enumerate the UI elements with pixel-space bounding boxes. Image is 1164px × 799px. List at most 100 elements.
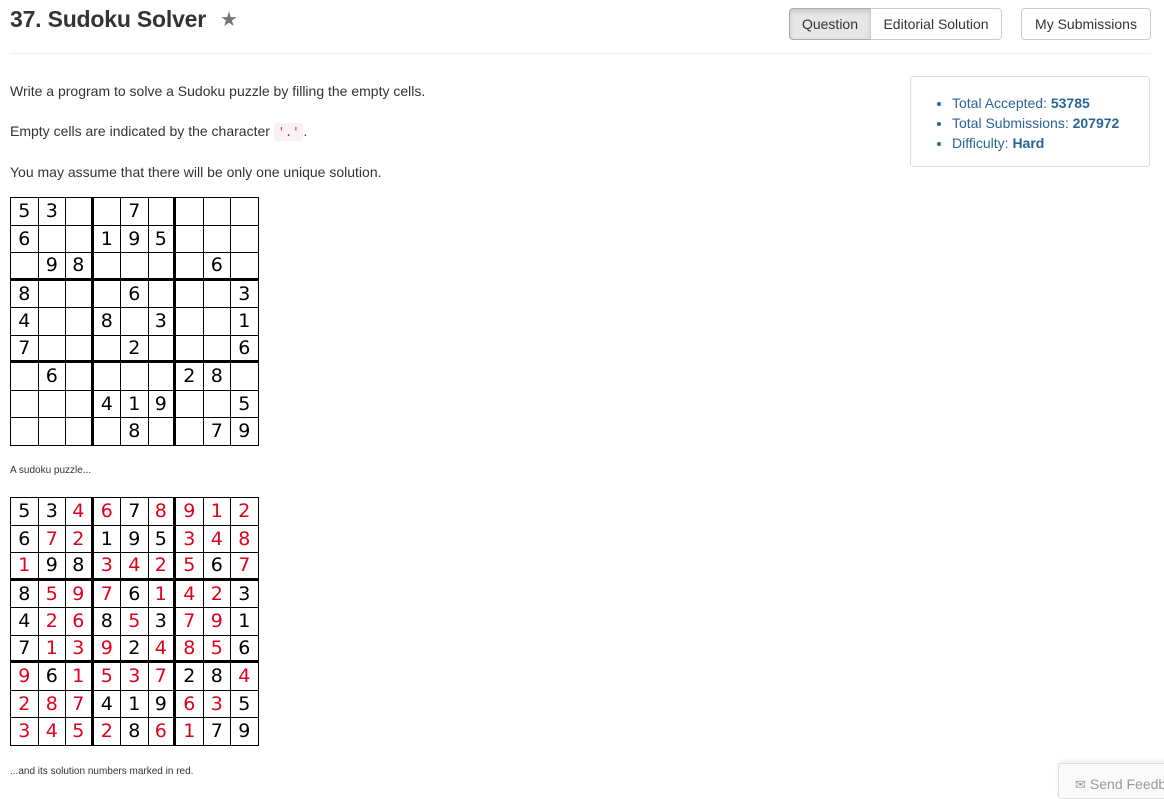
sudoku-cell: 2 bbox=[231, 498, 259, 526]
sudoku-cell: 8 bbox=[231, 525, 259, 553]
sudoku-cell: 7 bbox=[121, 498, 149, 526]
sudoku-cell bbox=[231, 225, 259, 253]
solution-caption: ...and its solution numbers marked in re… bbox=[10, 766, 194, 777]
sudoku-cell: 7 bbox=[121, 198, 149, 226]
sudoku-cell bbox=[203, 308, 231, 336]
sudoku-cell: 2 bbox=[121, 635, 149, 663]
sudoku-cell: 9 bbox=[148, 390, 176, 418]
sudoku-cell bbox=[66, 390, 94, 418]
sudoku-cell bbox=[38, 335, 66, 363]
sudoku-cell: 6 bbox=[11, 525, 39, 553]
sudoku-cell: 2 bbox=[121, 335, 149, 363]
star-icon[interactable]: ★ bbox=[220, 10, 238, 30]
stat-label: Difficulty: bbox=[952, 135, 1009, 151]
stats-panel: Total Accepted: 53785 Total Submissions:… bbox=[910, 76, 1150, 167]
sudoku-cell: 4 bbox=[11, 308, 39, 336]
sudoku-cell bbox=[176, 390, 204, 418]
sudoku-cell: 4 bbox=[93, 390, 121, 418]
sudoku-cell bbox=[66, 225, 94, 253]
sudoku-cell bbox=[203, 335, 231, 363]
sudoku-cell bbox=[148, 280, 176, 308]
sudoku-cell: 7 bbox=[231, 553, 259, 581]
sudoku-cell bbox=[93, 418, 121, 446]
sudoku-cell bbox=[148, 363, 176, 391]
header-divider bbox=[10, 53, 1150, 54]
sudoku-cell: 5 bbox=[148, 225, 176, 253]
sudoku-cell: 1 bbox=[231, 608, 259, 636]
sudoku-cell: 9 bbox=[231, 718, 259, 746]
sudoku-cell: 1 bbox=[93, 225, 121, 253]
sudoku-cell: 2 bbox=[203, 580, 231, 608]
sudoku-cell bbox=[93, 280, 121, 308]
stat-total-accepted: Total Accepted: 53785 bbox=[952, 93, 1149, 113]
sudoku-cell: 6 bbox=[231, 635, 259, 663]
sudoku-cell: 8 bbox=[66, 553, 94, 581]
sudoku-cell: 6 bbox=[148, 718, 176, 746]
sudoku-cell: 8 bbox=[203, 363, 231, 391]
sudoku-cell bbox=[176, 335, 204, 363]
description-period: . bbox=[303, 123, 308, 139]
sudoku-cell: 9 bbox=[11, 663, 39, 691]
sudoku-cell bbox=[66, 308, 94, 336]
sudoku-cell: 7 bbox=[11, 635, 39, 663]
sudoku-cell bbox=[203, 198, 231, 226]
send-feedback-button[interactable]: ✉Send Feedback bbox=[1058, 763, 1164, 799]
sudoku-cell: 9 bbox=[231, 418, 259, 446]
sudoku-cell bbox=[93, 335, 121, 363]
sudoku-cell: 6 bbox=[66, 608, 94, 636]
sudoku-cell: 8 bbox=[11, 280, 39, 308]
sudoku-cell: 7 bbox=[203, 418, 231, 446]
sudoku-cell: 8 bbox=[203, 663, 231, 691]
sudoku-cell: 3 bbox=[66, 635, 94, 663]
sudoku-cell bbox=[11, 253, 39, 281]
sudoku-cell: 4 bbox=[93, 690, 121, 718]
sudoku-cell bbox=[176, 198, 204, 226]
sudoku-cell bbox=[11, 418, 39, 446]
sudoku-cell bbox=[66, 335, 94, 363]
sudoku-cell bbox=[38, 390, 66, 418]
sudoku-cell: 2 bbox=[66, 525, 94, 553]
sudoku-cell: 8 bbox=[93, 608, 121, 636]
tab-question[interactable]: Question bbox=[789, 8, 871, 40]
sudoku-cell: 5 bbox=[38, 580, 66, 608]
sudoku-cell bbox=[38, 225, 66, 253]
sudoku-cell: 6 bbox=[93, 498, 121, 526]
sudoku-cell: 8 bbox=[38, 690, 66, 718]
sudoku-cell: 4 bbox=[38, 718, 66, 746]
sudoku-cell: 6 bbox=[176, 690, 204, 718]
sudoku-cell: 5 bbox=[93, 663, 121, 691]
sudoku-cell: 8 bbox=[148, 498, 176, 526]
title-row: 37. Sudoku Solver ★ bbox=[10, 6, 238, 33]
sudoku-cell: 5 bbox=[231, 390, 259, 418]
sudoku-cell: 6 bbox=[121, 580, 149, 608]
sudoku-cell: 8 bbox=[176, 635, 204, 663]
sudoku-solution-grid: 5346789126721953481983425678597614234268… bbox=[10, 497, 259, 746]
sudoku-cell: 9 bbox=[93, 635, 121, 663]
sudoku-cell: 7 bbox=[11, 335, 39, 363]
sudoku-cell: 3 bbox=[231, 580, 259, 608]
sudoku-cell: 9 bbox=[121, 525, 149, 553]
sudoku-cell: 3 bbox=[11, 718, 39, 746]
sudoku-cell bbox=[93, 363, 121, 391]
sudoku-cell: 8 bbox=[11, 580, 39, 608]
sudoku-cell: 1 bbox=[176, 718, 204, 746]
sudoku-cell: 3 bbox=[38, 198, 66, 226]
tab-editorial-solution[interactable]: Editorial Solution bbox=[870, 8, 1002, 40]
send-feedback-label: Send Feedback bbox=[1089, 776, 1164, 792]
sudoku-cell: 3 bbox=[176, 525, 204, 553]
sudoku-cell: 3 bbox=[93, 553, 121, 581]
sudoku-cell: 2 bbox=[11, 690, 39, 718]
sudoku-cell: 5 bbox=[11, 198, 39, 226]
sudoku-cell bbox=[231, 363, 259, 391]
sudoku-cell bbox=[93, 198, 121, 226]
sudoku-cell: 6 bbox=[38, 363, 66, 391]
sudoku-cell: 1 bbox=[93, 525, 121, 553]
sudoku-cell: 9 bbox=[148, 690, 176, 718]
sudoku-cell: 6 bbox=[38, 663, 66, 691]
sudoku-cell bbox=[38, 280, 66, 308]
sudoku-cell bbox=[66, 418, 94, 446]
sudoku-cell bbox=[66, 363, 94, 391]
stat-value: 207972 bbox=[1072, 115, 1120, 131]
my-submissions-button[interactable]: My Submissions bbox=[1021, 8, 1151, 40]
sudoku-cell: 2 bbox=[93, 718, 121, 746]
